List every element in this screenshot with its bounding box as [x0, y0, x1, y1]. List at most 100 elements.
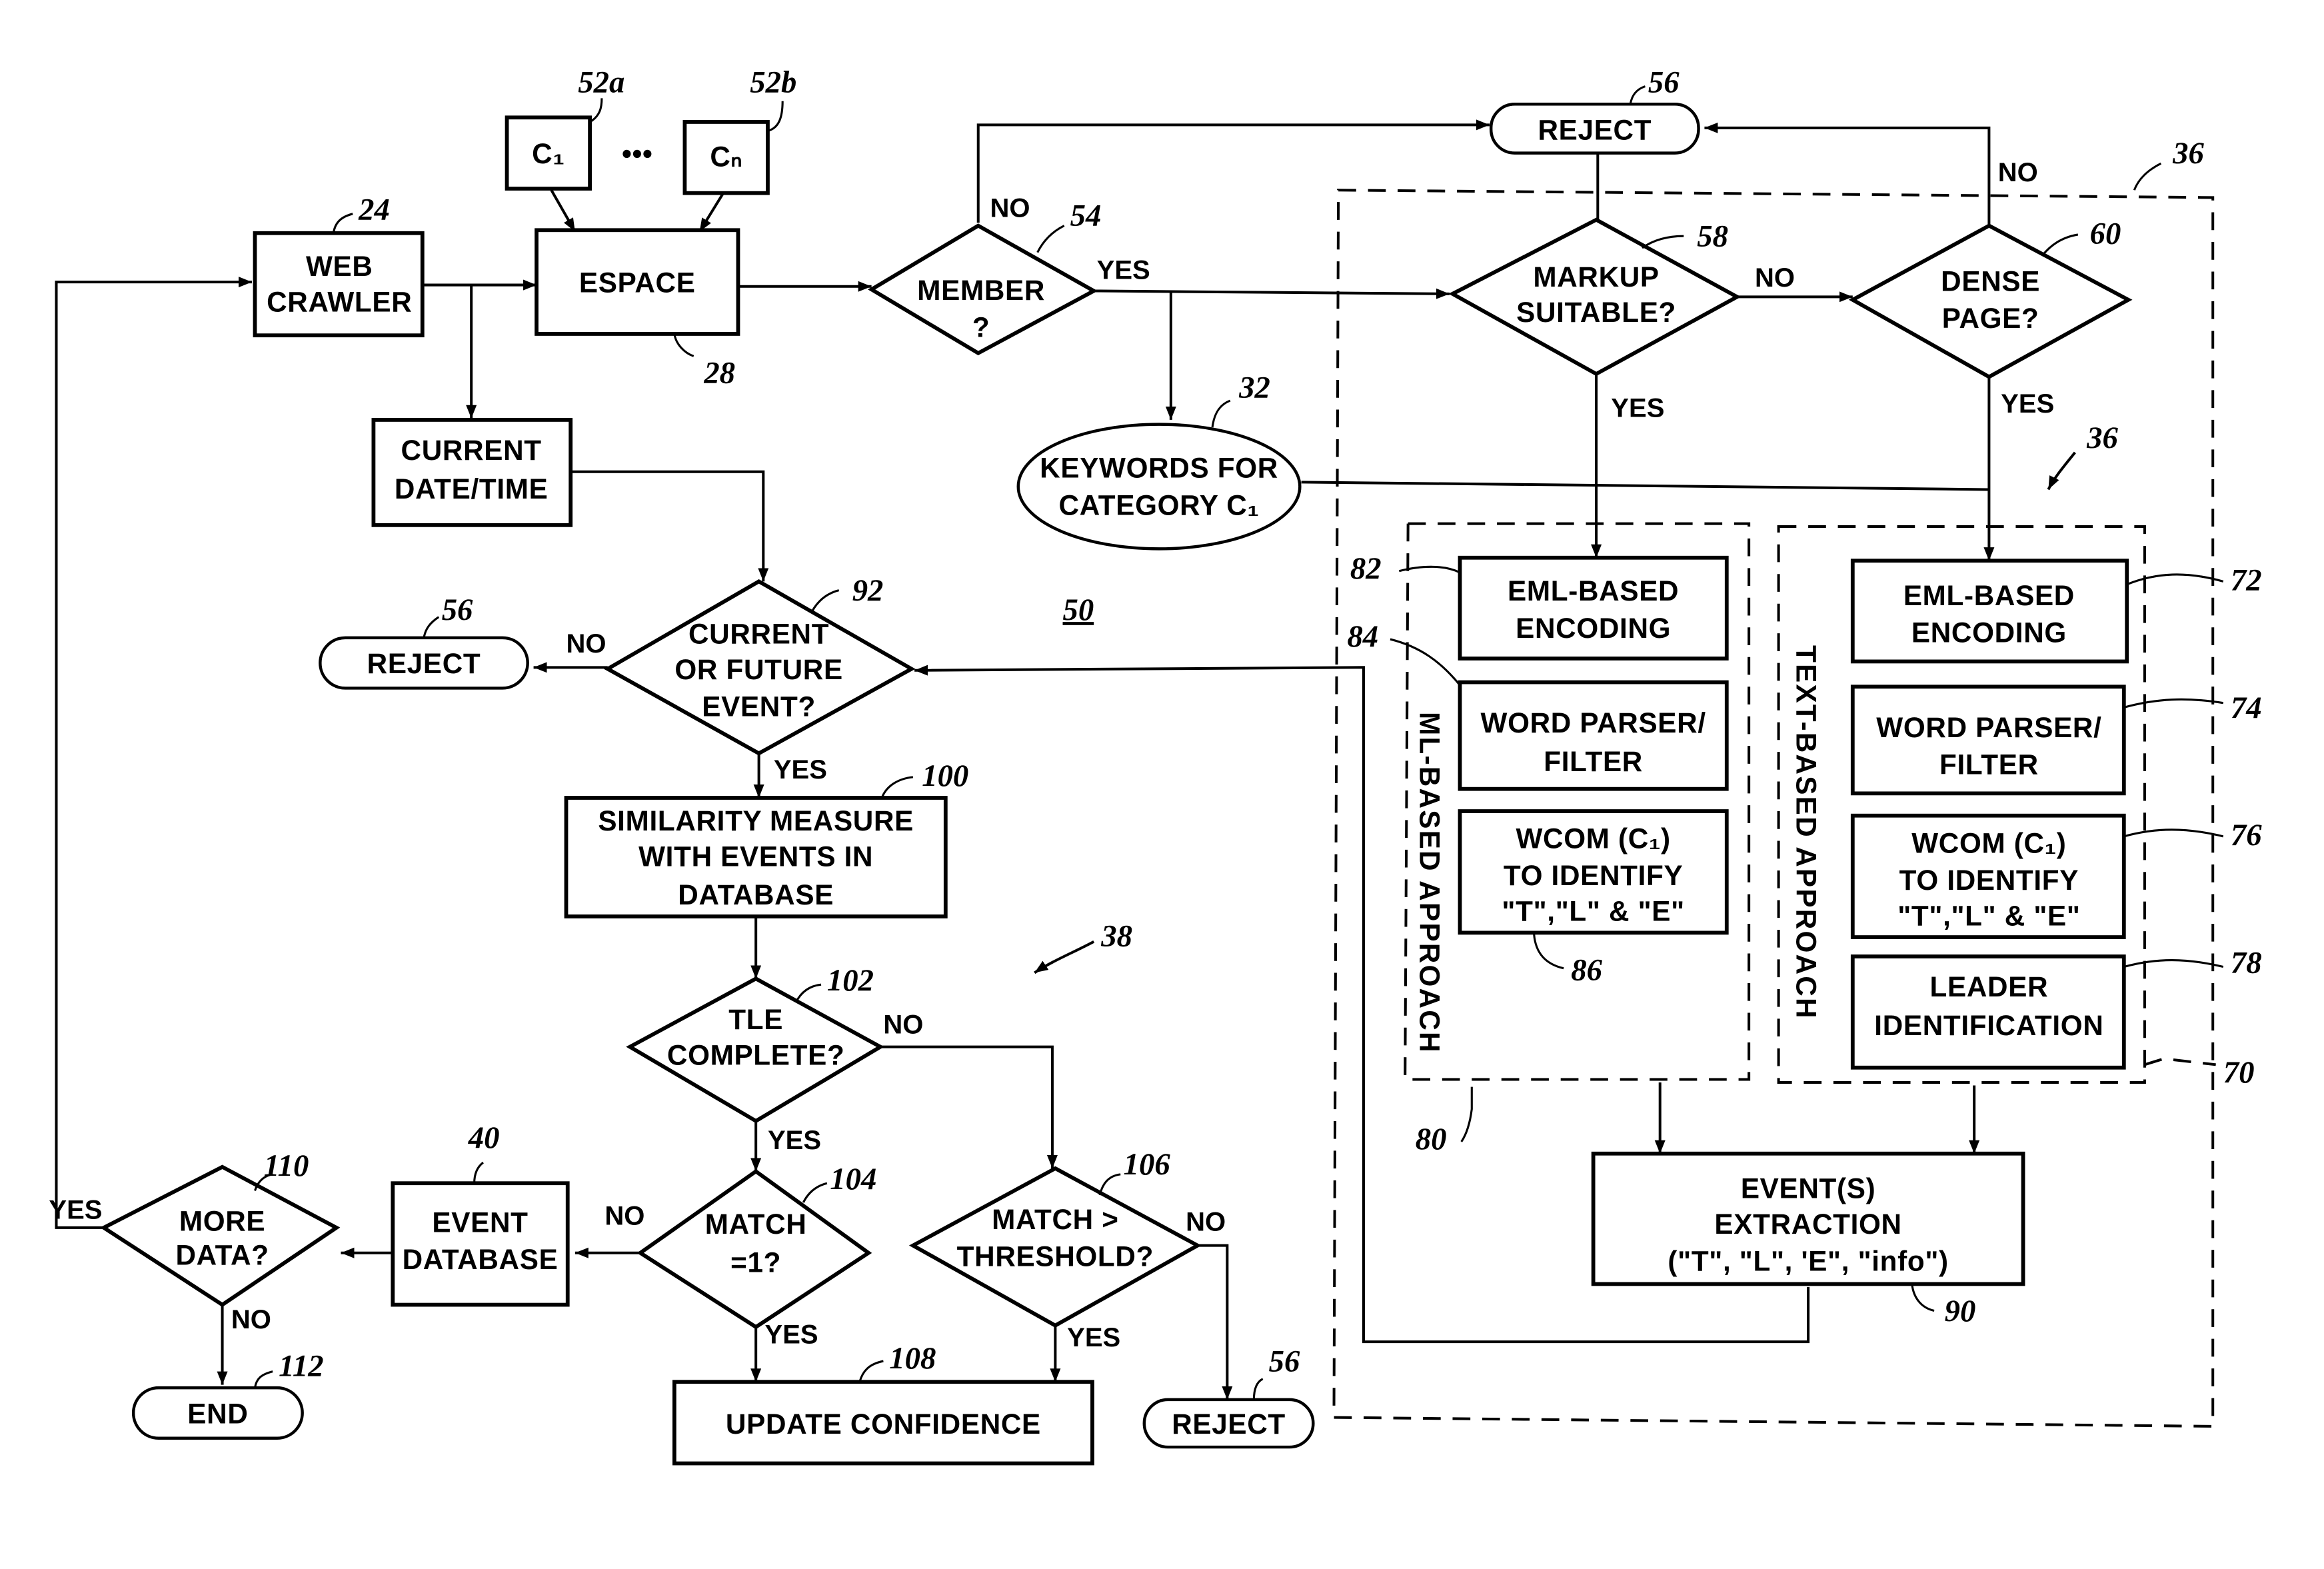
ref-label: 112	[279, 1348, 323, 1383]
current-future-decision: CURRENT OR FUTURE EVENT? 92	[603, 573, 916, 756]
reject-left-label: REJECT	[367, 648, 481, 679]
flow-arrow-38: 38	[1034, 918, 1132, 974]
extraction-line-2: EXTRACTION	[1714, 1208, 1901, 1240]
figure-number: 50	[1063, 593, 1094, 627]
category-cn-box: Cₙ 52b	[682, 65, 796, 195]
keywords-ellipse: KEYWORDS FOR CATEGORY C₁ 32	[1016, 371, 1302, 551]
extraction-line-1: EVENT(S)	[1741, 1172, 1876, 1204]
similarity-measure-box: SIMILARITY MEASURE WITH EVENTS IN DATABA…	[564, 759, 968, 918]
dense-no-label: NO	[1998, 158, 2038, 187]
text-wcom-box: WCOM (C₁) TO IDENTIFY "T","L" & "E" 76	[1850, 813, 2262, 939]
match-threshold-decision: MATCH > THRESHOLD? 106	[908, 1147, 1202, 1328]
ref-label: 54	[1070, 199, 1102, 233]
end-label: END	[187, 1398, 248, 1429]
threshold-yes-label: YES	[1067, 1323, 1120, 1352]
threshold-line-1: MATCH >	[992, 1204, 1118, 1235]
reject-left-terminal: REJECT 56	[319, 593, 529, 690]
markup-suitable-decision: MARKUP SUITABLE? 58	[1448, 217, 1742, 377]
current-yes-label: YES	[774, 755, 827, 784]
ref-label: 28	[703, 355, 735, 390]
ml-eml-line-2: ENCODING	[1516, 613, 1671, 644]
current-future-line-3: EVENT?	[702, 691, 816, 723]
ref-label: 92	[852, 573, 884, 608]
ml-eml-line-1: EML-BASED	[1508, 575, 1679, 607]
ref-label: 104	[830, 1162, 876, 1196]
ref-label: 84	[1347, 619, 1378, 654]
threshold-line-2: THRESHOLD?	[957, 1241, 1154, 1272]
ref-label: 100	[922, 759, 968, 793]
group-arrow-36: 36	[2047, 421, 2119, 491]
category-c1-box: C₁ 52a	[505, 65, 624, 191]
ml-wcom-line-1: WCOM (C₁)	[1516, 823, 1670, 854]
ml-wcom-line-3: "T","L" & "E"	[1502, 896, 1684, 927]
more-data-line-2: DATA?	[175, 1240, 269, 1271]
ml-parser-line-1: WORD PARSER/	[1481, 707, 1706, 739]
reject-bottom-label: REJECT	[1172, 1408, 1286, 1440]
text-word-parser-box: WORD PARSER/ FILTER 74	[1850, 685, 2262, 796]
ref-label: 82	[1350, 551, 1382, 586]
moredata-no-label: NO	[231, 1305, 271, 1334]
current-no-label: NO	[567, 629, 606, 659]
ref-label: 56	[442, 593, 473, 627]
web-crawler-line-1: WEB	[306, 251, 373, 282]
ref-label: 80	[1416, 1122, 1447, 1156]
txt-eml-line-2: ENCODING	[1911, 617, 2067, 649]
ref-label: 72	[2231, 563, 2262, 598]
ml-approach-label: ML-BASED APPROACH	[1414, 712, 1445, 1054]
txt-parser-line-1: WORD PARSER/	[1876, 712, 2101, 743]
ref-label: 60	[2090, 216, 2121, 251]
ref-label: 58	[1697, 219, 1728, 254]
ellipsis: •••	[622, 138, 652, 169]
txt-wcom-line-1: WCOM (C₁)	[1911, 827, 2066, 858]
match1-yes-label: YES	[765, 1320, 818, 1349]
match1-line-1: MATCH	[705, 1208, 807, 1240]
web-crawler-line-2: CRAWLER	[267, 287, 412, 318]
leader-line-1: LEADER	[1930, 971, 2049, 1002]
flowchart: 36 ML-BASED APPROACH 80 TEXT-BASED APPRO…	[49, 65, 2262, 1466]
ref-label: 86	[1571, 953, 1602, 988]
tle-yes-label: YES	[768, 1126, 821, 1155]
ref-label: 24	[358, 193, 390, 227]
txt-wcom-line-3: "T","L" & "E"	[1897, 900, 2080, 931]
more-data-decision: MORE DATA? 110	[99, 1148, 341, 1308]
markup-no-label: NO	[1755, 263, 1795, 293]
tle-no-label: NO	[883, 1010, 923, 1040]
markup-line-1: MARKUP	[1533, 261, 1659, 293]
ref-label: 36	[2086, 421, 2118, 455]
keywords-line-2: CATEGORY C₁	[1059, 489, 1260, 521]
keywords-line-1: KEYWORDS FOR	[1040, 453, 1278, 484]
text-eml-encoding-box: EML-BASED ENCODING 72	[1850, 559, 2262, 664]
dense-line-2: PAGE?	[1942, 303, 2039, 334]
datetime-line-2: DATE/TIME	[395, 473, 549, 505]
web-crawler-box: WEB CRAWLER 24	[253, 193, 425, 338]
ref-label: 56	[1269, 1344, 1300, 1379]
event-database-box: EVENT DATABASE 40	[391, 1120, 570, 1307]
dense-line-1: DENSE	[1941, 265, 2040, 297]
tle-line-2: COMPLETE?	[667, 1039, 845, 1070]
markup-line-2: SUITABLE?	[1516, 297, 1676, 328]
ref-label: 32	[1238, 371, 1270, 405]
update-confidence-label: UPDATE CONFIDENCE	[726, 1408, 1041, 1440]
tle-complete-decision: TLE COMPLETE? 102	[626, 963, 884, 1124]
ref-label: 108	[889, 1341, 936, 1376]
leader-identification-box: LEADER IDENTIFICATION 78	[1850, 945, 2262, 1070]
similarity-line-3: DATABASE	[678, 879, 834, 910]
event-db-line-2: DATABASE	[403, 1244, 559, 1275]
match1-line-2: =1?	[730, 1247, 781, 1278]
c1-label: C₁	[532, 138, 565, 169]
markup-yes-label: YES	[1611, 393, 1664, 423]
tle-line-1: TLE	[728, 1004, 783, 1035]
extraction-line-3: ("T", "L", 'E", "info")	[1668, 1245, 1948, 1276]
cn-label: Cₙ	[710, 141, 742, 173]
text-approach-label: TEXT-BASED APPROACH	[1790, 645, 1821, 1020]
match1-no-label: NO	[604, 1201, 644, 1230]
dense-page-decision: DENSE PAGE? 60	[1848, 216, 2133, 379]
end-terminal: END 112	[131, 1348, 324, 1440]
update-confidence-box: UPDATE CONFIDENCE 108	[672, 1341, 1094, 1466]
ref-label: 40	[468, 1120, 500, 1155]
match-equals-one-decision: MATCH =1? 104	[636, 1162, 876, 1330]
ref-label: 110	[264, 1148, 309, 1183]
reject-top-label: REJECT	[1538, 115, 1652, 146]
espace-box: ESPACE 28	[535, 228, 740, 390]
txt-wcom-line-2: TO IDENTIFY	[1899, 864, 2079, 896]
